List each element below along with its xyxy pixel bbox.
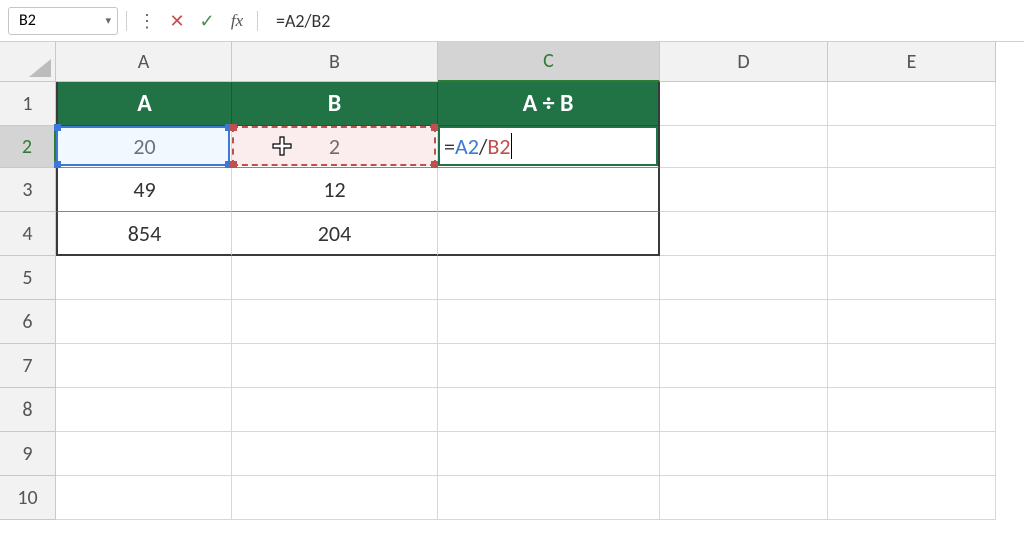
cell[interactable] [232, 476, 438, 520]
cell[interactable] [828, 82, 996, 126]
cell[interactable]: A ÷ B [438, 82, 660, 126]
cell[interactable] [660, 476, 828, 520]
cell[interactable] [232, 300, 438, 344]
cell[interactable] [438, 388, 660, 432]
cell[interactable] [828, 476, 996, 520]
cell[interactable] [232, 388, 438, 432]
name-box[interactable]: B2 ▾ [8, 7, 118, 35]
column-header-d[interactable]: D [660, 42, 828, 82]
row-header-8[interactable]: 8 [0, 388, 56, 432]
cell[interactable] [828, 212, 996, 256]
column-headers: ABCDE [56, 42, 996, 82]
formula-slash: / [479, 133, 488, 160]
cell[interactable] [438, 476, 660, 520]
cell[interactable] [56, 344, 232, 388]
row-header-4[interactable]: 4 [0, 212, 56, 256]
cell[interactable]: 49 [56, 168, 232, 212]
cell[interactable] [660, 212, 828, 256]
cell[interactable] [660, 432, 828, 476]
cell[interactable] [56, 256, 232, 300]
cell[interactable] [828, 344, 996, 388]
column-header-e[interactable]: E [828, 42, 996, 82]
cell[interactable] [232, 432, 438, 476]
name-box-value: B2 [19, 11, 36, 30]
row-header-1[interactable]: 1 [0, 82, 56, 126]
cell[interactable] [828, 388, 996, 432]
row-header-5[interactable]: 5 [0, 256, 56, 300]
cell[interactable] [828, 432, 996, 476]
formula-ref-b: B2 [487, 133, 510, 160]
select-all-corner[interactable] [0, 42, 56, 82]
cell[interactable] [56, 300, 232, 344]
cancel-icon[interactable]: ✕ [165, 9, 189, 33]
more-icon[interactable]: ⋮ [135, 9, 159, 33]
cell[interactable] [660, 82, 828, 126]
cell[interactable] [828, 300, 996, 344]
row-header-6[interactable]: 6 [0, 300, 56, 344]
row-header-2[interactable]: 2 [0, 126, 56, 168]
cell[interactable] [438, 432, 660, 476]
accept-icon[interactable]: ✓ [195, 9, 219, 33]
cell[interactable]: 854 [56, 212, 232, 256]
formula-ref-a: A2 [455, 133, 479, 160]
column-header-c[interactable]: C [438, 42, 660, 82]
cell[interactable] [660, 388, 828, 432]
cell[interactable]: 12 [232, 168, 438, 212]
cell[interactable]: 204 [232, 212, 438, 256]
chevron-down-icon[interactable]: ▾ [105, 14, 111, 27]
cell[interactable] [660, 300, 828, 344]
cell[interactable] [660, 126, 828, 168]
cell[interactable] [438, 168, 660, 212]
cell[interactable]: 20 [56, 126, 232, 168]
cell[interactable] [828, 168, 996, 212]
cell[interactable] [828, 256, 996, 300]
formula-input[interactable]: =A2/B2 [266, 10, 1016, 32]
editing-cell-c2[interactable]: =A2/B2 [438, 126, 658, 166]
cell[interactable]: B [232, 82, 438, 126]
cell[interactable] [438, 300, 660, 344]
cell[interactable] [660, 256, 828, 300]
separator [126, 11, 127, 31]
cell[interactable]: A [56, 82, 232, 126]
fx-icon[interactable]: fx [225, 9, 249, 33]
cell[interactable] [438, 212, 660, 256]
cell[interactable] [828, 126, 996, 168]
cell[interactable] [438, 256, 660, 300]
row-header-3[interactable]: 3 [0, 168, 56, 212]
cell[interactable] [56, 388, 232, 432]
spreadsheet-grid: ABCDE 12345678910 ABA ÷ B2024912854204 =… [0, 42, 1024, 536]
row-header-10[interactable]: 10 [0, 476, 56, 520]
text-cursor [511, 133, 512, 159]
row-header-9[interactable]: 9 [0, 432, 56, 476]
cell[interactable] [438, 344, 660, 388]
formula-equals: = [444, 133, 455, 160]
row-header-7[interactable]: 7 [0, 344, 56, 388]
cell[interactable] [660, 168, 828, 212]
cell[interactable] [232, 256, 438, 300]
cell[interactable] [232, 344, 438, 388]
cell[interactable] [56, 432, 232, 476]
cell[interactable]: 2 [232, 126, 438, 168]
row-headers: 12345678910 [0, 82, 56, 520]
column-header-b[interactable]: B [232, 42, 438, 82]
cell[interactable] [56, 476, 232, 520]
formula-bar: B2 ▾ ⋮ ✕ ✓ fx =A2/B2 [0, 0, 1024, 42]
separator [257, 11, 258, 31]
column-header-a[interactable]: A [56, 42, 232, 82]
cell[interactable] [660, 344, 828, 388]
